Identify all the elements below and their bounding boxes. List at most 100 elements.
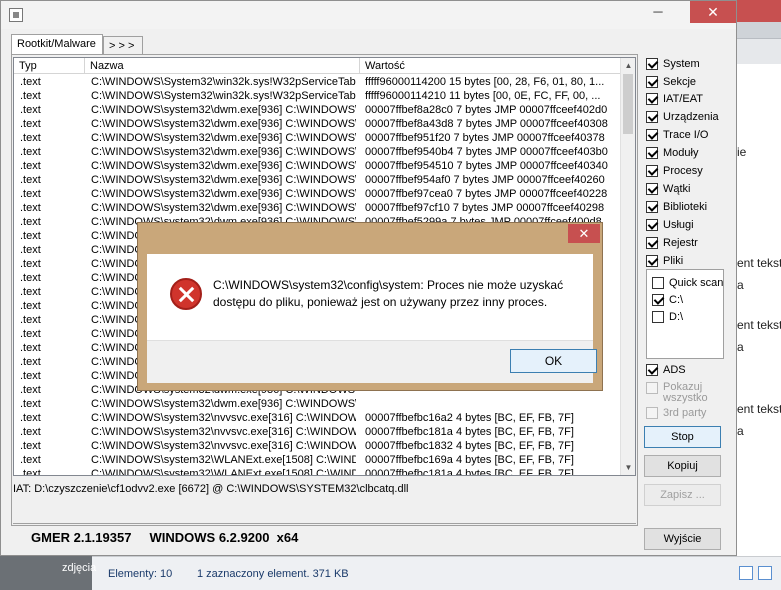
cell-typ: .text — [20, 230, 41, 242]
explorer-close-button[interactable] — [735, 0, 781, 22]
cell-wartosc: 00007ffbefbc169a 4 bytes [BC, EF, FB, 7F… — [365, 454, 574, 466]
table-row[interactable]: .text C:\WINDOWS\system32\dwm.exe[936] C:… — [14, 187, 622, 201]
vertical-scrollbar[interactable]: ▲ ▼ — [620, 58, 635, 475]
option-sekcje[interactable]: Sekcje — [646, 74, 696, 90]
column-header-typ[interactable]: Typ — [14, 58, 85, 74]
tab-rootkit-malware[interactable]: Rootkit/Malware — [11, 34, 103, 54]
drive-list: Quick scan C:\ D:\ — [646, 269, 724, 359]
table-row[interactable]: .text C:\WINDOWS\system32\dwm.exe[936] C:… — [14, 201, 622, 215]
extra-option-0[interactable]: ADS — [646, 362, 686, 378]
cell-typ: .text — [20, 118, 41, 130]
drive-option-1[interactable]: C:\ — [652, 292, 683, 308]
option-urz-dzenia[interactable]: Urządzenia — [646, 109, 719, 125]
table-row[interactable]: .text C:\WINDOWS\System32\win32k.sys!W32p… — [14, 89, 622, 103]
tab-more[interactable]: > > > — [103, 36, 143, 54]
cell-typ: .text — [20, 412, 41, 424]
cell-typ: .text — [20, 286, 41, 298]
cell-wartosc: 00007ffbef8a43d8 7 bytes JMP 00007ffceef… — [365, 118, 608, 130]
table-row[interactable]: .text C:\WINDOWS\system32\WLANExt.exe[150… — [14, 467, 622, 476]
checkbox-icon[interactable] — [646, 76, 658, 88]
cell-wartosc: 00007ffbefbc181a 4 bytes [BC, EF, FB, 7F… — [365, 468, 574, 476]
table-row[interactable]: .text C:\WINDOWS\system32\dwm.exe[936] C:… — [14, 173, 622, 187]
option-biblioteki[interactable]: Biblioteki — [646, 199, 707, 215]
explorer-text: ent teksto — [737, 318, 781, 332]
table-row[interactable]: .text C:\WINDOWS\system32\nvvsvc.exe[316]… — [14, 411, 622, 425]
cell-typ: .text — [20, 272, 41, 284]
checkbox-label: Urządzenia — [663, 111, 719, 123]
table-row[interactable]: .text C:\WINDOWS\system32\dwm.exe[936] C:… — [14, 131, 622, 145]
cell-nazwa: C:\WINDOWS\system32\nvvsvc.exe[316] C:\W… — [91, 412, 356, 424]
checkbox-icon[interactable] — [646, 201, 658, 213]
option-iat-eat[interactable]: IAT/EAT — [646, 91, 703, 107]
table-row[interactable]: .text C:\WINDOWS\system32\dwm.exe[936] C:… — [14, 159, 622, 173]
checkbox-icon[interactable] — [652, 277, 664, 289]
table-row[interactable]: .text C:\WINDOWS\system32\nvvsvc.exe[316]… — [14, 439, 622, 453]
ok-button[interactable]: OK — [510, 349, 597, 373]
option-trace-i-o[interactable]: Trace I/O — [646, 127, 708, 143]
checkbox-icon[interactable] — [646, 147, 658, 159]
table-row[interactable]: .text C:\WINDOWS\system32\nvvsvc.exe[316]… — [14, 425, 622, 439]
copy-button[interactable]: Kopiuj — [644, 455, 721, 477]
table-row[interactable]: .text C:\WINDOWS\system32\dwm.exe[936] C:… — [14, 103, 622, 117]
column-header-nazwa[interactable]: Nazwa — [85, 58, 360, 74]
cell-nazwa: C:\WINDOWS\System32\win32k.sys!W32pServi… — [91, 76, 356, 88]
cell-typ: .text — [20, 76, 41, 88]
drive-option-0[interactable]: Quick scan — [652, 275, 723, 291]
option-rejestr[interactable]: Rejestr — [646, 235, 698, 251]
dialog-close-button[interactable]: ✕ — [568, 224, 600, 243]
checkbox-icon[interactable] — [646, 364, 658, 376]
version-text: GMER 2.1.19357 WINDOWS 6.2.9200 x64 — [31, 530, 299, 545]
cell-typ: .text — [20, 174, 41, 186]
status-selection: 1 zaznaczony element. 371 KB — [197, 568, 349, 580]
checkbox-icon[interactable] — [646, 255, 658, 267]
scroll-down-icon[interactable]: ▼ — [621, 460, 635, 475]
option-w-tki[interactable]: Wątki — [646, 181, 691, 197]
exit-button[interactable]: Wyjście — [644, 528, 721, 550]
cell-typ: .text — [20, 300, 41, 312]
checkbox-icon[interactable] — [646, 93, 658, 105]
scroll-thumb[interactable] — [623, 74, 633, 134]
close-button[interactable]: ✕ — [690, 1, 736, 23]
cell-nazwa: C:\WINDOWS\system32\dwm.exe[936] C:\WIND… — [91, 118, 356, 130]
drive-option-2[interactable]: D:\ — [652, 309, 683, 325]
cell-nazwa: C:\WINDOWS\system32\dwm.exe[936] C:\WIND… — [91, 132, 356, 144]
cell-typ: .text — [20, 468, 41, 476]
column-header-wartosc[interactable]: Wartość — [360, 58, 622, 74]
checkbox-label: Procesy — [663, 165, 703, 177]
option-modu-y[interactable]: Moduły — [646, 145, 698, 161]
checkbox-icon[interactable] — [646, 165, 658, 177]
version-banner: GMER 2.1.19357 WINDOWS 6.2.9200 x64 — [13, 523, 636, 551]
cell-typ: .text — [20, 258, 41, 270]
table-row[interactable]: .text C:\WINDOWS\system32\dwm.exe[936] C:… — [14, 117, 622, 131]
option-procesy[interactable]: Procesy — [646, 163, 703, 179]
checkbox-icon[interactable] — [646, 237, 658, 249]
checkbox-icon[interactable] — [646, 58, 658, 70]
checkbox-icon[interactable] — [646, 111, 658, 123]
stop-button[interactable]: Stop — [644, 426, 721, 448]
minimize-button[interactable]: ─ — [643, 1, 673, 23]
cell-typ: .text — [20, 146, 41, 158]
checkbox-icon[interactable] — [646, 183, 658, 195]
details-view-icon[interactable] — [739, 566, 753, 580]
checkbox-label: Usługi — [663, 219, 694, 231]
option-system[interactable]: System — [646, 56, 700, 72]
scroll-up-icon[interactable]: ▲ — [621, 58, 635, 73]
option-pliki[interactable]: Pliki — [646, 253, 683, 269]
checkbox-icon[interactable] — [652, 311, 664, 323]
cell-wartosc: 00007ffbef8a28c0 7 bytes JMP 00007ffceef… — [365, 104, 608, 116]
option-us-ugi[interactable]: Usługi — [646, 217, 694, 233]
checkbox-icon[interactable] — [652, 294, 664, 306]
table-row[interactable]: .text C:\WINDOWS\system32\WLANExt.exe[150… — [14, 453, 622, 467]
cell-typ: .text — [20, 328, 41, 340]
table-row[interactable]: .text C:\WINDOWS\System32\win32k.sys!W32p… — [14, 75, 622, 89]
checkbox-icon[interactable] — [646, 219, 658, 231]
large-icons-view-icon[interactable] — [758, 566, 772, 580]
cell-wartosc: 00007ffbefbc16a2 4 bytes [BC, EF, FB, 7F… — [365, 412, 574, 424]
cell-typ: .text — [20, 370, 41, 382]
table-row[interactable]: .text C:\WINDOWS\system32\dwm.exe[936] C:… — [14, 397, 622, 411]
table-row[interactable]: .text C:\WINDOWS\system32\dwm.exe[936] C:… — [14, 145, 622, 159]
cell-typ: .text — [20, 342, 41, 354]
checkbox-icon[interactable] — [646, 129, 658, 141]
save-button[interactable]: Zapisz ... — [644, 484, 721, 506]
cell-nazwa: C:\WINDOWS\System32\win32k.sys!W32pServi… — [91, 90, 356, 102]
